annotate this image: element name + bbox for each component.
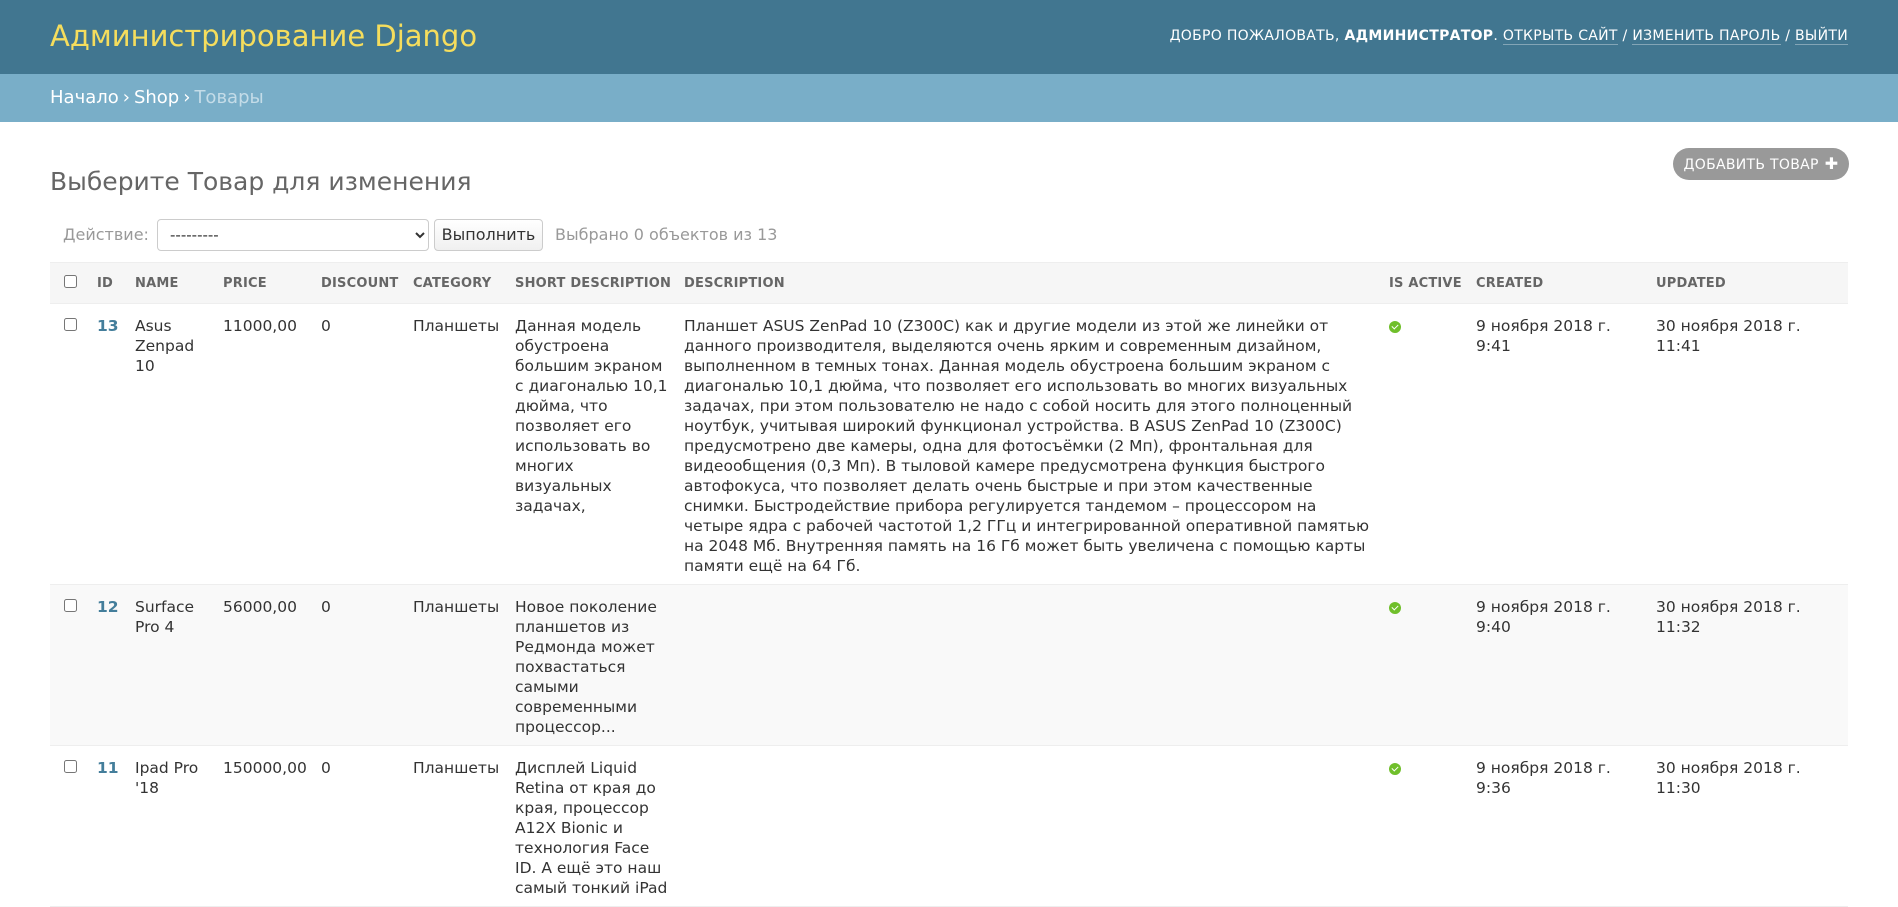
site-brand[interactable]: Администрирование Django [50,19,477,53]
row-description [678,745,1383,907]
column-header-is-active[interactable]: IS ACTIVE [1383,262,1470,304]
row-created: 9 ноября 2018 г. 9:36 [1470,745,1650,907]
row-name: Asus Zenpad 10 [129,303,217,585]
table-row: 12 Surface Pro 4 56000,00 0 Планшеты Нов… [50,584,1848,746]
row-checkbox[interactable] [64,318,77,331]
action-label: Действие: [63,225,149,244]
results-table: ID NAME PRICE DISCOUNT CATEGORY SHORT DE… [50,262,1848,907]
column-header-discount[interactable]: DISCOUNT [315,262,407,304]
active-yes-icon [1389,763,1401,775]
column-header-name[interactable]: NAME [129,262,217,304]
column-header-description[interactable]: DESCRIPTION [678,262,1383,304]
row-name: Surface Pro 4 [129,584,217,746]
breadcrumb-home[interactable]: Начало [50,87,119,108]
column-header-price[interactable]: PRICE [217,262,315,304]
row-checkbox[interactable] [64,599,77,612]
row-updated: 30 ноября 2018 г. 11:32 [1650,584,1848,746]
column-header-category[interactable]: CATEGORY [407,262,509,304]
table-header-row: ID NAME PRICE DISCOUNT CATEGORY SHORT DE… [50,262,1848,304]
row-checkbox[interactable] [64,760,77,773]
row-created: 9 ноября 2018 г. 9:41 [1470,303,1650,585]
row-created: 9 ноября 2018 г. 9:40 [1470,584,1650,746]
active-yes-icon [1389,602,1401,614]
row-category: Планшеты [407,303,509,585]
breadcrumb: Начало › Shop › Товары [0,74,1898,122]
breadcrumb-separator: › [183,87,191,108]
row-discount: 0 [315,584,407,746]
table-row: 11 Ipad Pro '18 150000,00 0 Планшеты Дис… [50,745,1848,907]
welcome-text: ДОБРО ПОЖАЛОВАТЬ, [1169,28,1340,44]
row-category: Планшеты [407,745,509,907]
column-header-created[interactable]: CREATED [1470,262,1650,304]
plus-icon: ✚ [1824,154,1839,173]
row-discount: 0 [315,303,407,585]
row-discount: 0 [315,745,407,907]
row-short-description: Новое поколение планшетов из Редмонда мо… [509,584,678,746]
username: АДМИНИСТРАТОР [1344,28,1494,44]
row-id-link[interactable]: 13 [97,317,119,335]
row-price: 150000,00 [217,745,315,907]
table-row: 13 Asus Zenpad 10 11000,00 0 Планшеты Да… [50,303,1848,585]
row-description: Планшет ASUS ZenPad 10 (Z300C) как и дру… [678,303,1383,585]
selection-counter: Выбрано 0 объектов из 13 [555,225,778,244]
row-short-description: Данная модель обустроена большим экраном… [509,303,678,585]
change-password-link[interactable]: ИЗМЕНИТЬ ПАРОЛЬ [1632,28,1781,45]
row-updated: 30 ноября 2018 г. 11:41 [1650,303,1848,585]
run-action-button[interactable]: Выполнить [434,219,543,251]
breadcrumb-separator: › [122,87,130,108]
select-all-checkbox[interactable] [64,274,77,288]
action-select[interactable]: --------- [157,219,429,251]
user-tools: ДОБРО ПОЖАЛОВАТЬ, АДМИНИСТРАТОР. ОТКРЫТЬ… [1169,28,1848,45]
header: Администрирование Django ДОБРО ПОЖАЛОВАТ… [0,0,1898,74]
row-updated: 30 ноября 2018 г. 11:30 [1650,745,1848,907]
logout-link[interactable]: ВЫЙТИ [1795,28,1848,45]
add-product-button[interactable]: ДОБАВИТЬ ТОВАР ✚ [1673,148,1849,180]
actions-bar: Действие: --------- Выполнить Выбрано 0 … [50,218,1848,252]
breadcrumb-current: Товары [194,87,264,108]
column-header-id[interactable]: ID [91,262,129,304]
active-yes-icon [1389,321,1401,333]
column-header-updated[interactable]: UPDATED [1650,262,1848,304]
breadcrumb-app[interactable]: Shop [134,87,179,108]
row-price: 11000,00 [217,303,315,585]
row-id-link[interactable]: 11 [97,759,119,777]
row-name: Ipad Pro '18 [129,745,217,907]
row-description [678,584,1383,746]
row-category: Планшеты [407,584,509,746]
row-id-link[interactable]: 12 [97,598,119,616]
column-header-short-description[interactable]: SHORT DESCRIPTION [509,262,678,304]
view-site-link[interactable]: ОТКРЫТЬ САЙТ [1502,28,1618,45]
page-title: Выберите Товар для изменения [50,166,472,196]
row-price: 56000,00 [217,584,315,746]
row-short-description: Дисплей Liquid Retina от края до края, п… [509,745,678,907]
add-product-label: ДОБАВИТЬ ТОВАР [1683,157,1819,173]
